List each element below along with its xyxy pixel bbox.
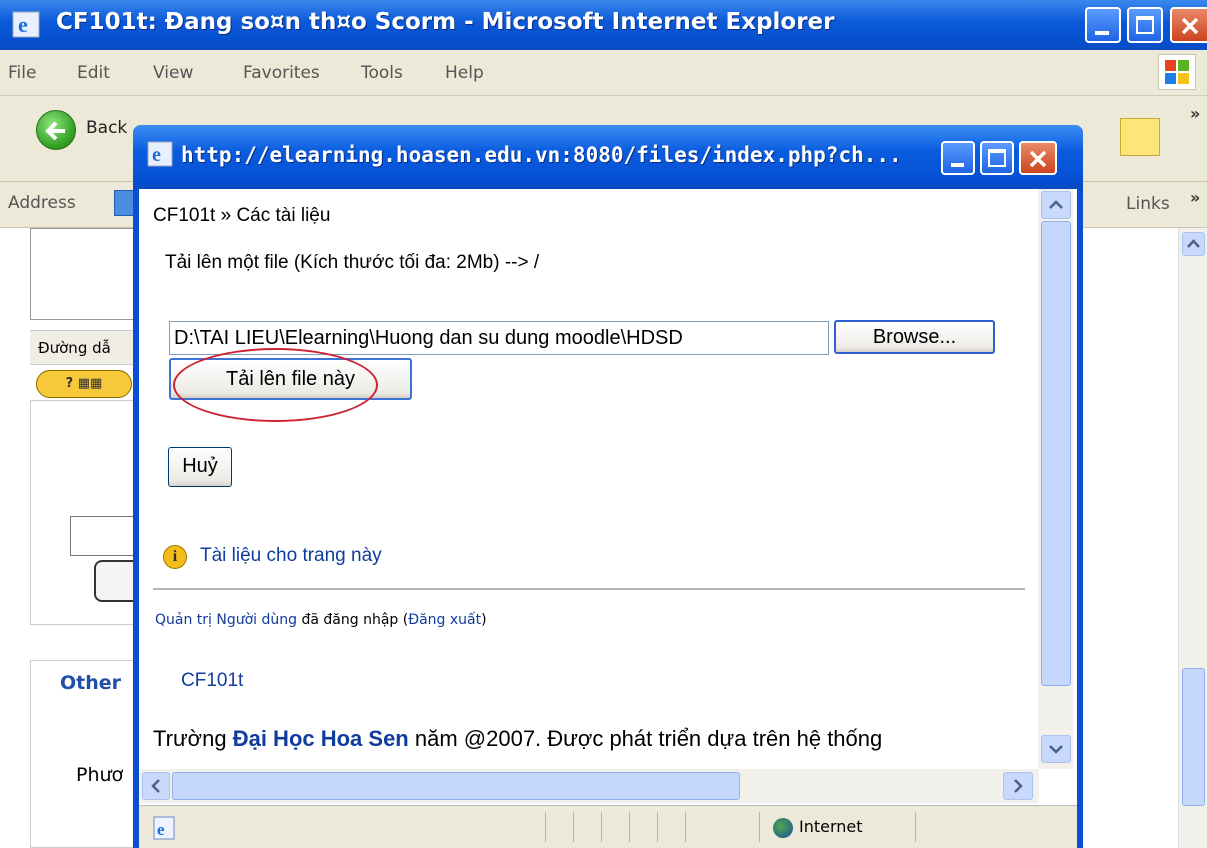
- logout-link[interactable]: Đăng xuất: [408, 612, 481, 628]
- popup-maximize-button[interactable]: [980, 141, 1014, 175]
- outer-left-panel: [30, 228, 142, 320]
- popup-scroll-up-icon[interactable]: [1041, 191, 1071, 219]
- address-label: Address: [8, 193, 76, 213]
- outer-vertical-scrollbar[interactable]: [1178, 228, 1207, 848]
- popup-scroll-right-icon[interactable]: [1003, 772, 1033, 800]
- links-chevron-icon[interactable]: »: [1190, 188, 1200, 207]
- svg-text:e: e: [152, 144, 161, 166]
- outer-minimize-button[interactable]: [1085, 7, 1121, 43]
- help-badge: ?: [65, 376, 74, 391]
- breadcrumb-course[interactable]: CF101t: [153, 205, 215, 226]
- popup-horizontal-scrollbar[interactable]: [139, 769, 1039, 803]
- popup-scroll-thumb[interactable]: [1041, 221, 1071, 686]
- popup-title-bar: e http://elearning.hoasen.edu.vn:8080/fi…: [133, 125, 1083, 189]
- back-arrow-icon[interactable]: [36, 110, 76, 150]
- browse-button[interactable]: Browse...: [834, 320, 995, 354]
- scroll-thumb[interactable]: [1182, 668, 1205, 806]
- back-button-label[interactable]: Back: [86, 118, 127, 138]
- outer-menu-bar: File Edit View Favorites Tools Help: [0, 50, 1207, 96]
- breadcrumb-separator: »: [220, 205, 232, 226]
- footer-suffix: năm @2007. Được phát triển dựa trên hệ t…: [414, 726, 883, 751]
- popup-close-button[interactable]: [1019, 141, 1057, 175]
- login-text: đã đăng nhập: [301, 612, 399, 628]
- internet-zone-icon: [773, 818, 793, 838]
- breadcrumb-page: Các tài liệu: [236, 205, 331, 226]
- other-legend: Other: [60, 672, 126, 694]
- annotation-ellipse: [173, 348, 378, 422]
- toolbar-chevron-icon[interactable]: »: [1190, 104, 1200, 123]
- popup-window-title: http://elearning.hoasen.edu.vn:8080/file…: [181, 143, 902, 167]
- divider: [153, 588, 1025, 590]
- doc-link[interactable]: Tài liệu cho trang này: [200, 545, 382, 567]
- popup-hscroll-thumb[interactable]: [172, 772, 740, 800]
- path-label: Đường dẫ: [38, 339, 111, 357]
- status-zone: Internet: [799, 817, 863, 836]
- popup-scroll-down-icon[interactable]: [1041, 735, 1071, 763]
- outer-close-button[interactable]: [1170, 7, 1207, 43]
- footer-text: Trường Đại Học Hoa Sen năm @2007. Được p…: [153, 726, 882, 752]
- menu-help[interactable]: Help: [445, 63, 484, 83]
- status-page-icon: e: [153, 816, 175, 840]
- menu-tools[interactable]: Tools: [361, 63, 403, 83]
- phuong-label: Phươ: [76, 764, 124, 786]
- upload-heading: Tải lên một file (Kích thước tối đa: 2Mb…: [165, 252, 540, 273]
- footer-school-link[interactable]: Đại Học Hoa Sen: [233, 726, 409, 751]
- popup-minimize-button[interactable]: [941, 141, 975, 175]
- menu-edit[interactable]: Edit: [77, 63, 110, 83]
- outer-title-bar: e CF101t: Đang so¤n th¤o Scorm - Microso…: [0, 0, 1207, 50]
- windows-logo-icon: [1158, 54, 1196, 90]
- svg-text:e: e: [157, 820, 165, 839]
- outer-left-input[interactable]: [70, 516, 140, 556]
- login-info: Quản trị Người dùng đã đăng nhập (Đăng x…: [155, 612, 487, 628]
- popup-ie-icon: e: [147, 141, 173, 167]
- scroll-up-icon[interactable]: [1182, 232, 1205, 256]
- links-label[interactable]: Links: [1126, 194, 1170, 214]
- outer-maximize-button[interactable]: [1127, 7, 1163, 43]
- sticky-note-icon[interactable]: [1120, 118, 1160, 156]
- course-link[interactable]: CF101t: [181, 670, 243, 692]
- help-keyboard-button[interactable]: ? ▦▦: [36, 370, 132, 398]
- svg-text:e: e: [18, 12, 28, 37]
- footer-prefix: Trường: [153, 726, 227, 751]
- menu-file[interactable]: File: [8, 63, 36, 83]
- ie-icon: e: [12, 11, 40, 38]
- info-icon: i: [163, 545, 187, 569]
- login-user-link[interactable]: Quản trị Người dùng: [155, 612, 297, 628]
- popup-vertical-scrollbar[interactable]: [1038, 189, 1073, 769]
- breadcrumb: CF101t » Các tài liệu: [153, 205, 330, 227]
- cancel-button[interactable]: Huỷ: [168, 447, 232, 487]
- outer-path-bar: Đường dẫ: [30, 330, 150, 365]
- outer-window-title: CF101t: Đang so¤n th¤o Scorm - Microsoft…: [56, 9, 835, 35]
- popup-status-bar: e Internet: [139, 805, 1077, 848]
- menu-favorites[interactable]: Favorites: [243, 63, 320, 83]
- menu-view[interactable]: View: [153, 63, 193, 83]
- popup-scroll-left-icon[interactable]: [142, 772, 170, 800]
